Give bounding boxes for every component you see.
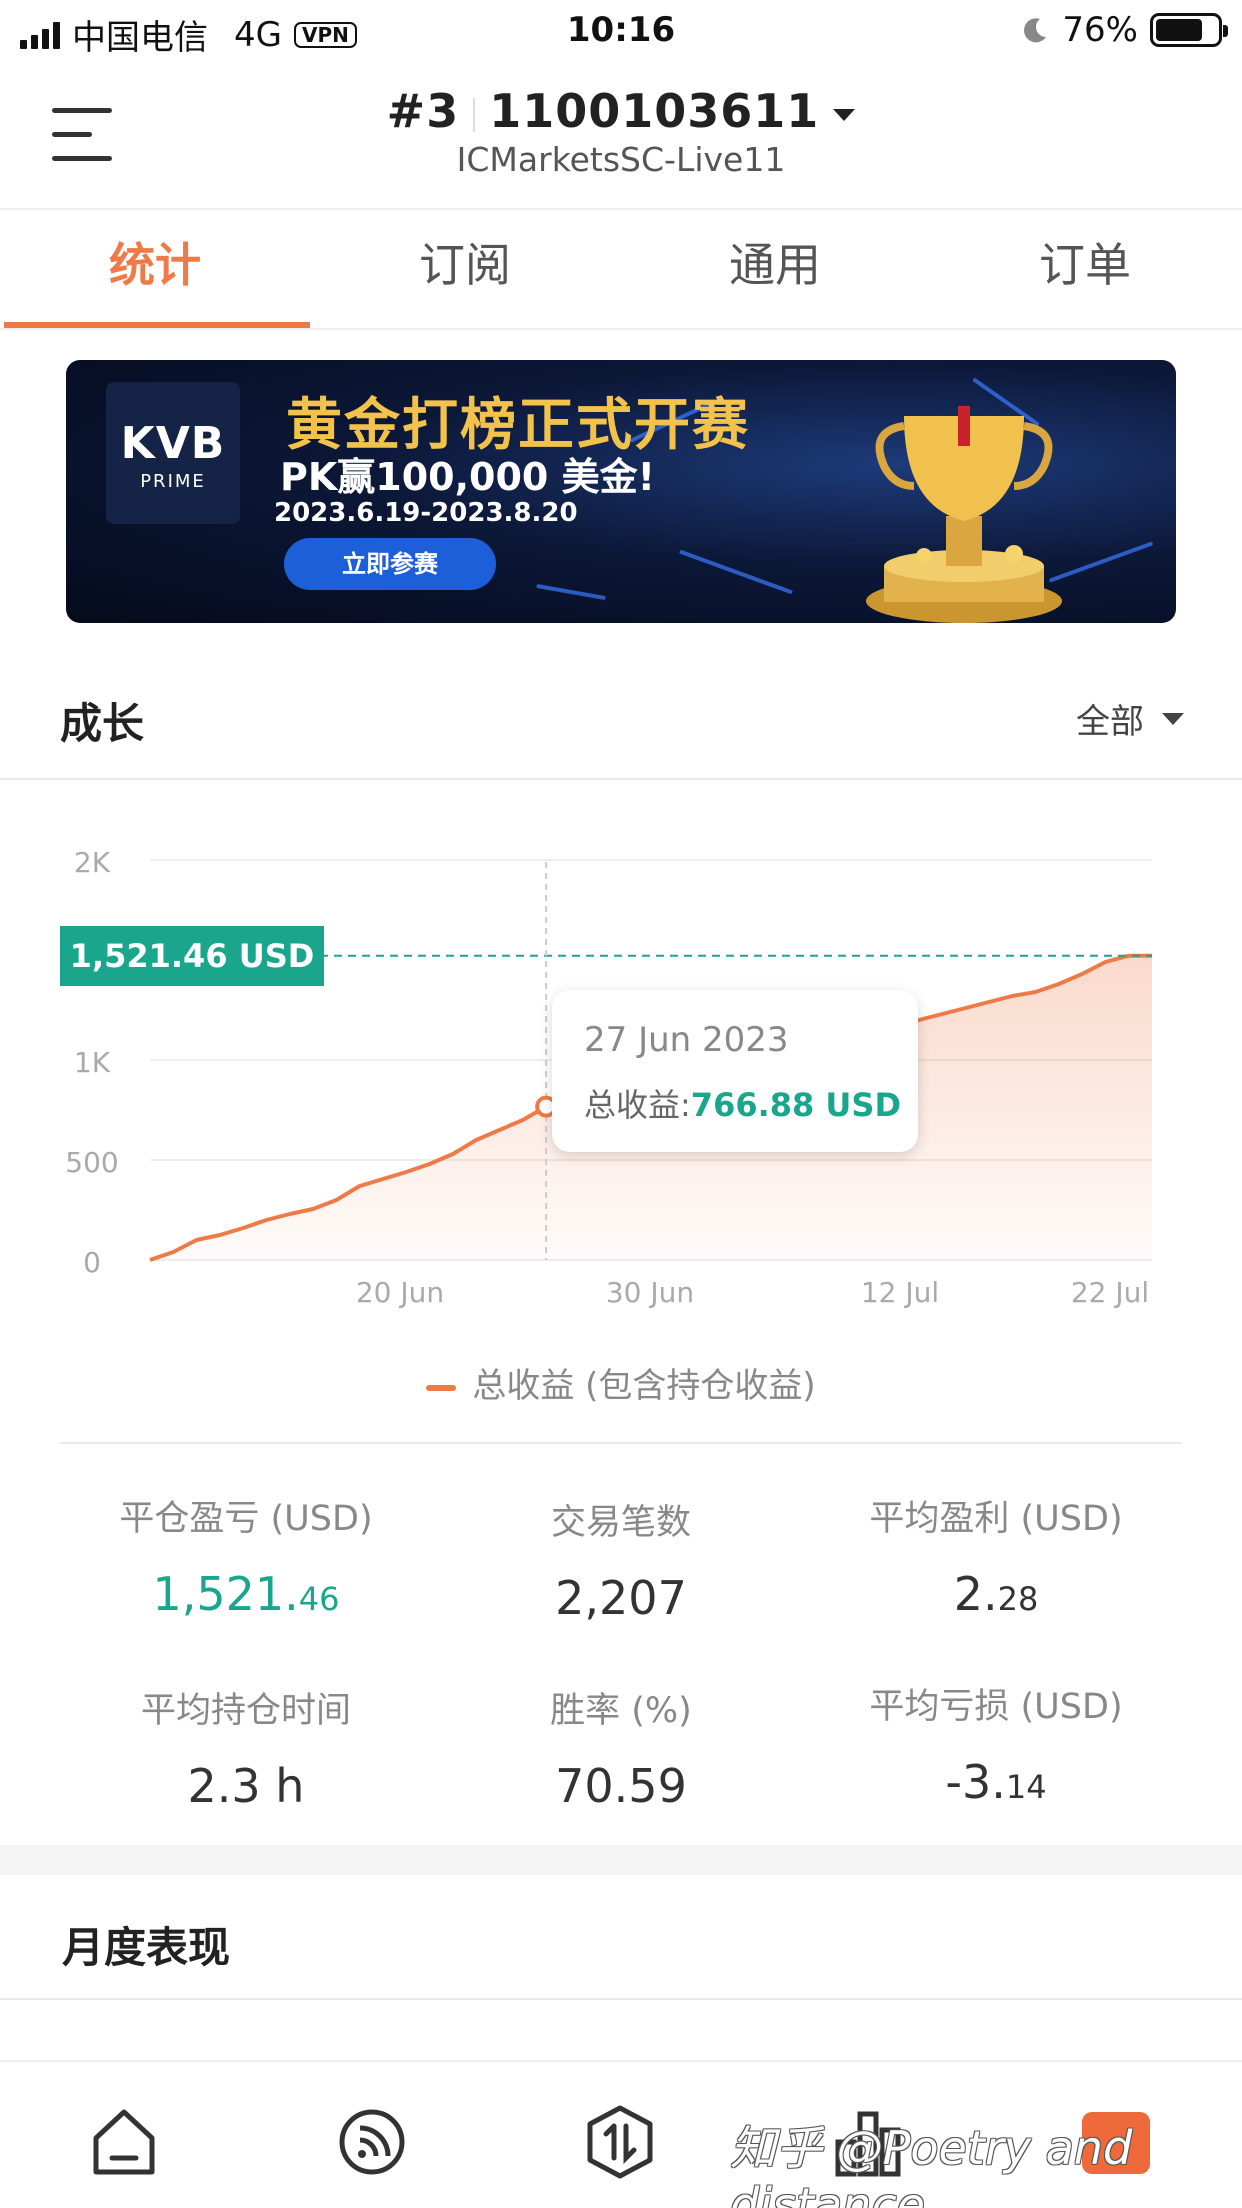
tab-general[interactable]: 通用 <box>620 210 930 330</box>
stat-win-rate: 胜率 (%) 70.59 <box>431 1682 811 1813</box>
tab-bar: 统计 订阅 通用 订单 <box>0 210 1242 330</box>
stat-label: 胜率 (%) <box>550 1691 692 1731</box>
tab-orders[interactable]: 订单 <box>930 210 1240 330</box>
banner-dates: 2023.6.19-2023.8.20 <box>274 498 578 528</box>
stat-closed-pnl: 平仓盈亏 (USD) 1,521.46 <box>56 1490 436 1621</box>
stat-label: 平均持仓时间 <box>140 1691 351 1731</box>
tooltip-label: 总收益: <box>584 1086 691 1124</box>
stat-value: 1,521.46 <box>152 1567 340 1621</box>
stat-value: 2.28 <box>953 1567 1039 1621</box>
stat-label: 交易笔数 <box>550 1503 691 1543</box>
x-tick-label: 22 Jul <box>1071 1276 1149 1309</box>
stat-label: 平仓盈亏 (USD) <box>119 1499 373 1539</box>
battery-percent: 76% <box>1062 10 1138 50</box>
server-name: ICMarketsSC-Live11 <box>456 140 786 179</box>
stat-value: 2,207 <box>555 1571 687 1625</box>
x-tick-label: 12 Jul <box>861 1276 939 1309</box>
range-label: 全部 <box>1076 702 1144 742</box>
account-switcher[interactable]: #3 1100103611 <box>0 84 1242 138</box>
tooltip-date: 27 Jun 2023 <box>584 1020 789 1060</box>
monthly-title: 月度表现 <box>62 1923 231 1972</box>
home-icon[interactable] <box>84 2102 164 2182</box>
stat-value: 2.3 h <box>187 1759 305 1813</box>
stat-avg-loss: 平均亏损 (USD) -3.14 <box>806 1678 1186 1809</box>
logo-sub: PRIME <box>140 471 206 492</box>
y-tick-label: 500 <box>65 1146 118 1179</box>
range-dropdown[interactable]: 全部 <box>1076 694 1184 743</box>
tab-subscribe[interactable]: 订阅 <box>310 210 620 330</box>
kvb-logo: KVB PRIME <box>106 382 240 524</box>
trade-icon[interactable] <box>580 2102 660 2182</box>
battery-icon <box>1150 13 1228 47</box>
chart-tooltip: 27 Jun 2023 总收益:766.88 USD <box>552 990 918 1152</box>
banner-subtitle: PK赢100,000 美金! <box>280 455 655 499</box>
status-bar: 中国电信 4G VPN 10:16 76% <box>0 0 1242 62</box>
y-tick-label: 0 <box>83 1246 101 1279</box>
stat-label: 平均盈利 (USD) <box>869 1499 1123 1539</box>
chart-legend: 总收益 (包含持仓收益) <box>0 1358 1242 1407</box>
trophy-icon <box>866 406 1062 623</box>
stat-avg-hold-time: 平均持仓时间 2.3 h <box>56 1682 436 1813</box>
tooltip-value: 766.88 USD <box>690 1086 902 1124</box>
tooltip-value-row: 总收益:766.88 USD <box>584 1080 901 1126</box>
y-tick-label: 2K <box>74 846 111 879</box>
account-id: 1100103611 <box>489 84 820 138</box>
promo-banner[interactable]: KVB PRIME 黄金打榜正式开赛 PK赢100,000 美金! 2023.6… <box>66 360 1176 623</box>
watermark: 知乎 @Poetry and distance <box>730 2121 1133 2208</box>
growth-title: 成长 <box>60 699 145 748</box>
stat-avg-profit: 平均盈利 (USD) 2.28 <box>806 1490 1186 1621</box>
join-button[interactable]: 立即参赛 <box>284 538 496 590</box>
caret-down-icon <box>833 108 856 121</box>
account-number: #3 <box>386 84 460 138</box>
logo-main: KVB <box>120 418 226 469</box>
x-tick-label: 30 Jun <box>606 1276 694 1309</box>
tab-statistics[interactable]: 统计 <box>0 210 310 330</box>
stat-trade-count: 交易笔数 2,207 <box>431 1494 811 1625</box>
current-value-tag: 1,521.46 USD <box>60 926 324 986</box>
moon-icon <box>1024 18 1047 43</box>
y-tick-label: 1K <box>74 1046 111 1079</box>
stat-value: -3.14 <box>945 1755 1047 1809</box>
caret-down-icon <box>1162 712 1184 725</box>
x-tick-label: 20 Jun <box>356 1276 444 1309</box>
stat-label: 平均亏损 (USD) <box>869 1687 1123 1727</box>
stat-value: 70.59 <box>555 1759 687 1813</box>
subscribe-icon[interactable] <box>332 2102 412 2182</box>
legend-swatch <box>426 1384 457 1391</box>
legend-label: 总收益 (包含持仓收益) <box>472 1366 816 1406</box>
